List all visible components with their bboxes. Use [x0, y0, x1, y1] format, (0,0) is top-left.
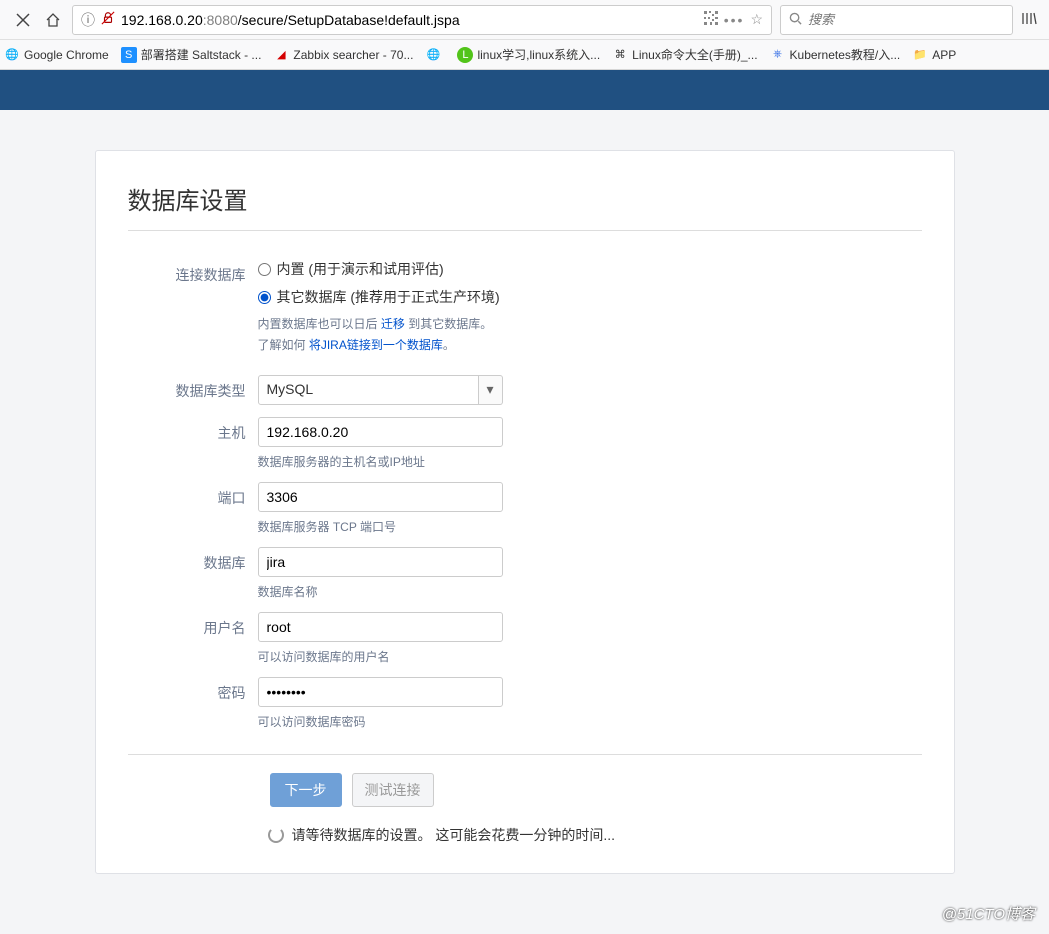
bookmark-item[interactable]: L linux学习,linux系统入...: [457, 46, 600, 63]
library-icon[interactable]: [1021, 10, 1037, 29]
bookmark-item[interactable]: 🌐: [425, 47, 445, 63]
spinner-icon: [268, 827, 284, 843]
port-label: 端口: [128, 482, 258, 535]
bookmark-label: linux学习,linux系统入...: [477, 46, 600, 63]
bookmark-item[interactable]: ⌘ Linux命令大全(手册)_...: [612, 46, 757, 63]
home-icon[interactable]: [42, 9, 64, 31]
test-connection-button[interactable]: 测试连接: [352, 773, 434, 807]
db-type-value: MySQL: [258, 375, 479, 405]
bookmark-item[interactable]: ⎈ Kubernetes教程/入...: [770, 46, 901, 63]
chevron-down-icon[interactable]: ▾: [479, 375, 503, 405]
password-input[interactable]: [258, 677, 503, 707]
search-icon: [789, 12, 802, 28]
username-label: 用户名: [128, 612, 258, 665]
bookmark-star-icon[interactable]: ☆: [750, 11, 763, 28]
bookmark-label: Google Chrome: [24, 48, 109, 62]
linux-study-icon: L: [457, 47, 473, 63]
bookmark-item[interactable]: ◢ Zabbix searcher - 70...: [273, 47, 413, 63]
host-label: 主机: [128, 417, 258, 470]
bookmark-label: Linux命令大全(手册)_...: [632, 46, 757, 63]
insecure-icon: [101, 11, 115, 28]
host-input[interactable]: [258, 417, 503, 447]
bookmark-item[interactable]: S 部署搭建 Saltstack - ...: [121, 46, 262, 63]
radio-builtin[interactable]: 内置 (用于演示和试用评估): [258, 259, 922, 279]
divider: [128, 754, 922, 755]
help-line-connect: 了解如何 将JIRA链接到一个数据库。: [258, 336, 922, 353]
info-icon: ⓘ: [81, 10, 95, 30]
db-type-select[interactable]: MySQL ▾: [258, 375, 503, 405]
address-bar[interactable]: ⓘ 192.168.0.20:8080/secure/SetupDatabase…: [72, 5, 772, 35]
password-desc: 可以访问数据库密码: [258, 713, 922, 730]
radio-builtin-input[interactable]: [258, 263, 271, 276]
bookmark-label: 部署搭建 Saltstack - ...: [141, 46, 262, 63]
radio-other-input[interactable]: [258, 291, 271, 304]
bookmarks-bar: 🌐 Google Chrome S 部署搭建 Saltstack - ... ◢…: [0, 40, 1049, 70]
folder-icon: 📁: [912, 47, 928, 63]
connect-db-link[interactable]: 将JIRA链接到一个数据库: [309, 338, 443, 352]
port-input[interactable]: [258, 482, 503, 512]
migrate-link[interactable]: 迁移: [381, 317, 405, 331]
page-title: 数据库设置: [128, 181, 922, 216]
username-desc: 可以访问数据库的用户名: [258, 648, 922, 665]
radio-builtin-label: 内置 (用于演示和试用评估): [277, 259, 444, 279]
status-text: 请等待数据库的设置。 这可能会花费一分钟的时间...: [292, 825, 616, 845]
password-label: 密码: [128, 677, 258, 730]
divider: [128, 230, 922, 231]
db-type-label: 数据库类型: [128, 375, 258, 405]
qr-icon[interactable]: [704, 11, 718, 28]
bookmark-item[interactable]: 📁 APP: [912, 47, 956, 63]
kubernetes-icon: ⎈: [770, 47, 786, 63]
connect-db-label: 连接数据库: [128, 259, 258, 357]
chrome-icon: 🌐: [4, 47, 20, 63]
database-input[interactable]: [258, 547, 503, 577]
bookmark-item[interactable]: 🌐 Google Chrome: [4, 47, 109, 63]
help-line-migrate: 内置数据库也可以日后 迁移 到其它数据库。: [258, 315, 922, 332]
bookmark-label: Kubernetes教程/入...: [790, 46, 901, 63]
browser-chrome: ⓘ 192.168.0.20:8080/secure/SetupDatabase…: [0, 0, 1049, 70]
host-desc: 数据库服务器的主机名或IP地址: [258, 453, 922, 470]
terminal-icon: ⌘: [612, 47, 628, 63]
setup-card: 数据库设置 连接数据库 内置 (用于演示和试用评估) 其它数据库 (推荐用于正式…: [95, 150, 955, 874]
port-desc: 数据库服务器 TCP 端口号: [258, 518, 922, 535]
search-input[interactable]: [808, 12, 1004, 27]
radio-other[interactable]: 其它数据库 (推荐用于正式生产环境): [258, 287, 922, 307]
watermark: @51CTO博客: [942, 903, 1035, 924]
status-message: 请等待数据库的设置。 这可能会花费一分钟的时间...: [268, 825, 922, 845]
app-header: [0, 70, 1049, 110]
page-actions-icon[interactable]: •••: [724, 12, 745, 28]
saltstack-icon: S: [121, 47, 137, 63]
database-label: 数据库: [128, 547, 258, 600]
globe-icon: 🌐: [425, 47, 441, 63]
next-button[interactable]: 下一步: [270, 773, 342, 807]
bookmark-label: APP: [932, 48, 956, 62]
search-box[interactable]: [780, 5, 1013, 35]
bookmark-label: Zabbix searcher - 70...: [293, 48, 413, 62]
username-input[interactable]: [258, 612, 503, 642]
radio-other-label: 其它数据库 (推荐用于正式生产环境): [277, 287, 500, 307]
close-icon[interactable]: [12, 9, 34, 31]
zabbix-icon: ◢: [273, 47, 289, 63]
database-desc: 数据库名称: [258, 583, 922, 600]
url-text: 192.168.0.20:8080/secure/SetupDatabase!d…: [121, 12, 698, 28]
